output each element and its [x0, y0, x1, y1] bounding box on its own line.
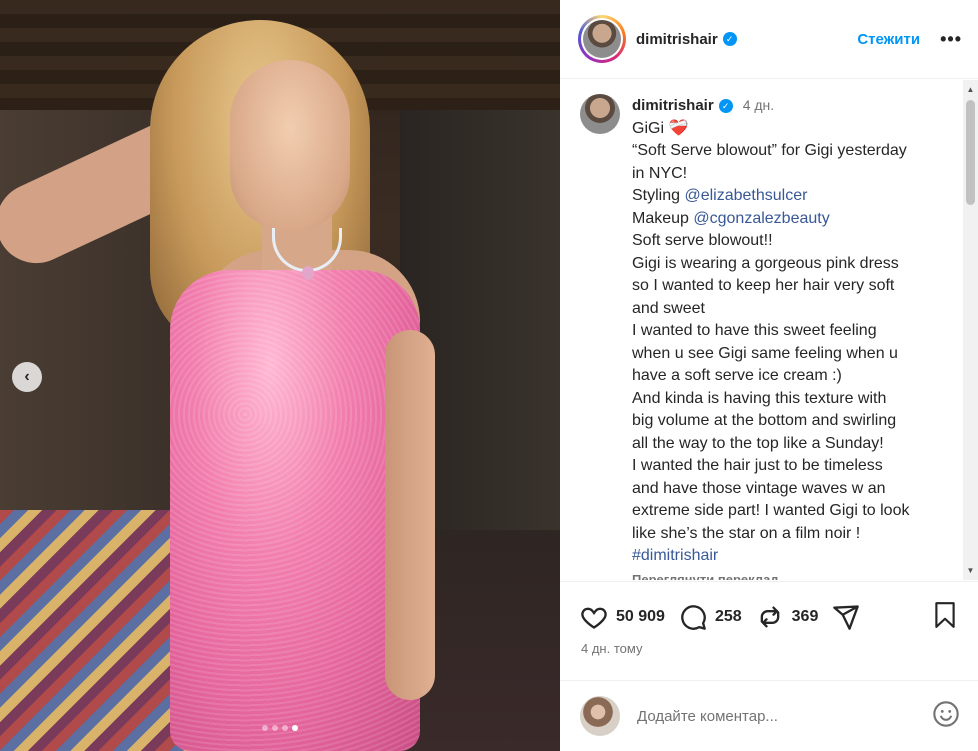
actions-bar: 50 909 258 369 4 дн. тому — [560, 581, 978, 656]
caption-line-text: when u see Gigi same feeling when u — [632, 344, 898, 362]
post-header: dimitrishair ✓ Стежити ••• — [560, 0, 978, 79]
caption-line-text: “Soft Serve blowout” for Gigi yesterday — [632, 142, 907, 159]
caption: dimitrishair ✓ 4 дн. GiGi ❤️‍🩹 “Soft Serve … — [580, 94, 958, 580]
caption-line: and have those vintage waves w an — [632, 478, 952, 501]
caption-time[interactable]: 4 дн. — [743, 97, 774, 113]
bookmark-icon — [935, 601, 955, 628]
scroll-down-arrow-icon[interactable]: ▼ — [963, 563, 978, 578]
repost-icon — [760, 606, 779, 628]
caption-line: in NYC! — [632, 163, 952, 186]
caption-line: like she’s the star on a film noir ! — [632, 523, 952, 546]
caption-line-text: and have those vintage waves w an — [632, 479, 886, 497]
heart-icon — [581, 607, 607, 629]
post-date[interactable]: 4 дн. тому — [560, 634, 978, 656]
caption-line: Styling @elizabethsulcer — [632, 185, 952, 208]
photo-pendant — [302, 266, 314, 280]
post-media[interactable]: ‹ — [0, 0, 560, 751]
photo-face — [230, 60, 350, 230]
caption-avatar[interactable] — [580, 94, 620, 134]
smiley-icon — [933, 700, 959, 727]
caption-username[interactable]: dimitrishair — [632, 97, 714, 114]
verified-badge-icon: ✓ — [718, 99, 733, 113]
caption-line-text: I wanted to have this sweet feeling — [632, 322, 877, 339]
caption-line-text: like she’s the star on a film noir ! — [632, 524, 861, 542]
send-icon — [833, 605, 860, 630]
caption-line-text: all the way to the top like a Sunday! — [632, 434, 884, 452]
save-button[interactable] — [932, 601, 958, 634]
caption-line: I wanted to have this sweet feeling — [632, 320, 952, 343]
comment-button[interactable]: 258 — [679, 603, 742, 631]
mention-link[interactable]: @elizabethsulcer — [684, 187, 807, 204]
username[interactable]: dimitrishair — [636, 31, 718, 48]
caption-line-prefix: Styling — [632, 187, 685, 204]
caption-line-text: Soft serve blowout!! — [632, 232, 773, 249]
comments-count[interactable]: 258 — [715, 608, 742, 626]
caption-line: Gigi is wearing a gorgeous pink dress — [632, 253, 952, 276]
photo-dress — [170, 270, 420, 751]
caption-line-text: And kinda is having this texture with — [632, 389, 887, 407]
caption-line-text: big volume at the bottom and swirling — [632, 412, 897, 429]
caption-line-text: so I wanted to keep her hair very soft — [632, 277, 895, 294]
verified-badge-icon: ✓ — [722, 32, 737, 46]
comment-bubble-icon — [681, 605, 706, 630]
photo-arm-right — [385, 330, 435, 700]
repost-button[interactable]: 369 — [756, 603, 819, 631]
caption-header: dimitrishair ✓ 4 дн. — [632, 94, 952, 118]
more-options-icon[interactable]: ••• — [940, 29, 962, 50]
caption-line-text: and sweet — [632, 299, 705, 317]
caption-line: big volume at the bottom and swirling — [632, 410, 952, 433]
scrollbar[interactable]: ▲ ▼ — [963, 80, 978, 580]
carousel-dot — [282, 725, 288, 731]
caption-line: And kinda is having this texture with — [632, 388, 952, 411]
carousel-dot — [272, 725, 278, 731]
caption-line: Soft serve blowout!! — [632, 230, 952, 253]
likes-count[interactable]: 50 909 — [616, 608, 665, 626]
carousel-dot — [292, 725, 298, 731]
caption-line: so I wanted to keep her hair very soft — [632, 275, 952, 298]
caption-line-prefix: Makeup — [632, 209, 694, 227]
caption-line: have a soft serve ice cream :) — [632, 365, 952, 388]
like-button[interactable]: 50 909 — [580, 603, 665, 631]
caption-line: when u see Gigi same feeling when u — [632, 343, 952, 366]
current-user-avatar — [580, 696, 620, 736]
carousel-dots — [0, 725, 560, 731]
reposts-count[interactable]: 369 — [792, 608, 819, 626]
comments-section[interactable]: dimitrishair ✓ 4 дн. GiGi ❤️‍🩹 “Soft Serve … — [560, 80, 978, 580]
caption-line-text: Gigi is wearing a gorgeous pink dress — [632, 254, 899, 272]
caption-line: GiGi ❤️‍🩹 — [632, 118, 952, 141]
caption-line-text: have a soft serve ice cream :) — [632, 367, 842, 384]
caption-line: and sweet — [632, 298, 952, 321]
post-sidebar: dimitrishair ✓ Стежити ••• dimitrishair ✓… — [560, 0, 978, 751]
photo-sofa — [0, 510, 190, 751]
mention-link[interactable]: @cgonzalezbeauty — [693, 210, 829, 227]
caption-line-text: I wanted the hair just to be timeless — [632, 457, 883, 474]
see-translation-link[interactable]: Переглянути переклад — [632, 569, 952, 581]
avatar[interactable] — [578, 15, 626, 63]
carousel-dot — [262, 725, 268, 731]
caption-line: Makeup @cgonzalezbeauty — [632, 208, 952, 231]
caption-line-text: GiGi ❤️‍🩹 — [632, 119, 689, 137]
scroll-up-arrow-icon[interactable]: ▲ — [963, 82, 978, 97]
avatar-image — [583, 20, 621, 58]
scrollbar-thumb[interactable] — [966, 100, 975, 205]
caption-line: all the way to the top like a Sunday! — [632, 433, 952, 456]
chevron-left-icon[interactable]: ‹ — [12, 362, 42, 392]
caption-text: GiGi ❤️‍🩹 “Soft Serve blowout” for Gigi y… — [632, 118, 952, 568]
comment-input[interactable] — [637, 707, 907, 725]
caption-line: #dimitrishair — [632, 545, 952, 568]
caption-body: dimitrishair ✓ 4 дн. GiGi ❤️‍🩹 “Soft Serve … — [632, 94, 952, 580]
hashtag-link[interactable]: #dimitrishair — [632, 547, 718, 564]
caption-line-text: in NYC! — [632, 164, 688, 182]
caption-line-text: extreme side part! I wanted Gigi to look — [632, 502, 910, 519]
caption-line: I wanted the hair just to be timeless — [632, 455, 952, 478]
caption-line: extreme side part! I wanted Gigi to look — [632, 500, 952, 523]
add-comment-bar — [560, 680, 978, 751]
caption-line: “Soft Serve blowout” for Gigi yesterday — [632, 140, 952, 163]
follow-button[interactable]: Стежити — [857, 31, 920, 48]
emoji-button[interactable] — [932, 700, 960, 733]
share-button[interactable] — [832, 603, 860, 631]
